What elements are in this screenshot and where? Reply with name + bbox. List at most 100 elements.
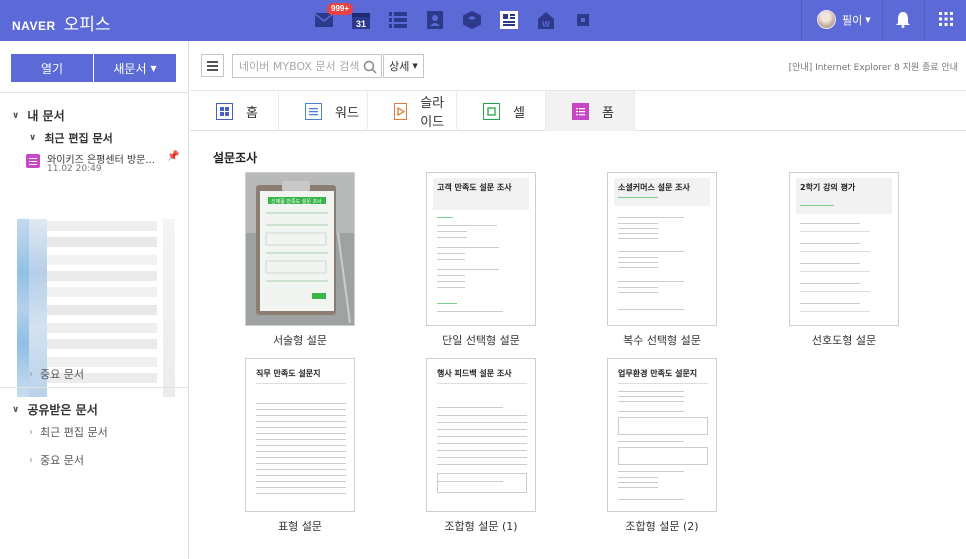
user-menu[interactable]: 필이 ▼ [817,10,871,29]
template-thumbnail[interactable]: 행사 피드백 설문 조사 [426,358,536,512]
cell-icon [483,102,500,120]
thumbnail-title: 고객 만족도 설문 조사 [437,183,512,192]
template-label: 복수 선택형 설문 [623,334,701,347]
template-thumbnail[interactable]: 직무 만족도 설문지 [245,358,355,512]
chevron-down-icon: ∨ [12,404,20,415]
tab-slide[interactable]: 슬라이드 [368,91,457,131]
template-card[interactable]: 소셜커머스 설문 조사 복수 선택형 설문 [607,172,717,348]
template-card[interactable]: 신제품 만족도 설문 조사 서술형 설문 [245,172,355,348]
recent-document-date: 11.02 20:49 [47,164,102,174]
template-thumbnail[interactable]: 고객 만족도 설문 조사 [426,172,536,326]
svg-text:W: W [542,20,550,29]
new-document-label: 새문서 [113,61,147,76]
template-card[interactable]: 직무 만족도 설문지 표형 설문 [245,358,355,534]
template-label: 표형 설문 [278,520,322,533]
template-card[interactable]: 업무환경 만족도 설문지 조합형 설문 (2) [607,358,717,534]
template-card[interactable]: 고객 만족도 설문 조사 단일 선택형 설문 [426,172,536,348]
template-label: 선호도형 설문 [811,334,877,347]
divider [924,0,925,41]
thumbnail-title: 소셜커머스 설문 조사 [618,183,690,192]
hamburger-menu-button[interactable] [201,54,224,77]
naver-logo: NAVER [12,19,56,33]
office-title: 오피스 [63,15,111,35]
tab-slide-label: 슬라이드 [420,96,445,130]
ie8-notice-link[interactable]: [안내] Internet Explorer 8 지원 종료 안내 [789,60,958,73]
more-apps-icon[interactable] [572,9,594,31]
pin-icon[interactable]: 📌 [167,151,179,162]
shared-docs-label: 공유받은 문서 [27,403,98,417]
detail-search-button[interactable]: 상세 ▼ [383,54,424,78]
tab-word[interactable]: 워드 [279,91,368,131]
avatar [817,10,836,29]
shared-important-label: 중요 문서 [40,454,84,467]
form-icon [572,102,589,120]
shared-recent-link[interactable]: › 최근 편집 문서 [29,424,108,440]
recent-edited-label: 최근 편집 문서 [44,132,113,145]
search-box [232,54,382,78]
template-thumbnail[interactable]: 2학기 강의 평가 [789,172,899,326]
sidebar-actions: 열기 새문서 ▼ [11,54,176,82]
mybox-icon[interactable] [461,9,483,31]
memo-icon[interactable] [387,9,409,31]
thumbnail-title: 신제품 만족도 설문 조사 [271,199,322,205]
template-card[interactable]: 2학기 강의 평가 선호도형 설문 [789,172,899,348]
chevron-down-icon: ∨ [29,133,37,143]
important-docs-link[interactable]: › 중요 문서 [29,366,84,382]
app-grid-icon[interactable] [939,12,953,29]
shared-docs-toggle[interactable]: ∨ 공유받은 문서 [12,401,98,418]
template-thumbnail[interactable]: 업무환경 만족도 설문지 [607,358,717,512]
template-label: 단일 선택형 설문 [442,334,520,347]
form-doc-icon [26,154,40,168]
home-icon [216,102,233,120]
calendar-icon[interactable]: 31 [350,9,372,31]
divider [882,0,883,41]
office-icon[interactable] [498,9,520,31]
thumbnail-title: 업무환경 만족도 설문지 [618,369,698,378]
chevron-down-icon: ▼ [150,63,157,73]
chevron-right-icon: › [29,368,33,380]
divider [0,387,189,388]
my-docs-toggle[interactable]: ∨ 내 문서 [12,107,65,124]
open-button[interactable]: 열기 [11,54,93,82]
template-thumbnail[interactable]: 신제품 만족도 설문 조사 [245,172,355,326]
divider [0,92,189,93]
tab-form-label: 폼 [602,105,614,121]
toolbar: 상세 ▼ [안내] Internet Explorer 8 지원 종료 안내 [190,41,966,91]
recent-document-item[interactable]: 와이키즈 은평센터 방문... 11.02 20:49 📌 [26,151,182,177]
slide-icon [394,102,408,120]
brand-logo[interactable]: NAVER 오피스 [12,10,111,35]
divider [801,0,802,41]
doc-type-tabs: 홈 워드 슬라이드 셀 폼 [190,91,966,131]
works-icon[interactable]: W [535,9,557,31]
tab-cell[interactable]: 셀 [457,91,546,131]
search-icon[interactable] [363,60,377,74]
chevron-right-icon: › [29,454,33,466]
tab-word-label: 워드 [335,105,359,121]
tab-home[interactable]: 홈 [190,91,279,131]
thumbnail-title: 2학기 강의 평가 [800,183,856,192]
category-title: 설문조사 [213,151,258,165]
thumbnail-title: 직무 만족도 설문지 [256,369,321,378]
tab-home-label: 홈 [246,105,258,121]
shared-important-link[interactable]: › 중요 문서 [29,452,84,468]
bell-icon[interactable] [896,11,910,31]
template-thumbnail[interactable]: 소셜커머스 설문 조사 [607,172,717,326]
chevron-down-icon: ▼ [412,62,418,70]
thumbnail-title: 행사 피드백 설문 조사 [437,369,512,378]
template-label: 서술형 설문 [272,334,328,347]
tab-cell-label: 셀 [513,105,525,121]
mail-icon[interactable]: 999+ [313,3,354,31]
template-gallery: 설문조사 신제품 만족도 설문 조사 서술형 설문 고객 만족도 설문 조사 단… [190,132,966,559]
calendar-day: 31 [356,19,366,29]
search-input[interactable] [239,59,359,73]
tab-form[interactable]: 폼 [546,91,635,131]
top-bar: NAVER 오피스 999+ 31 W 필이 ▼ [0,0,966,41]
template-label: 조합형 설문 (1) [444,520,518,533]
new-document-button[interactable]: 새문서 ▼ [94,54,176,82]
chevron-down-icon: ▼ [865,15,871,24]
contacts-icon[interactable] [424,9,446,31]
username: 필이 [842,13,863,27]
app-launcher-bar: 999+ 31 W [313,3,609,31]
recent-edited-toggle[interactable]: ∨ 최근 편집 문서 [29,130,113,146]
template-card[interactable]: 행사 피드백 설문 조사 조합형 설문 (1) [426,358,536,534]
